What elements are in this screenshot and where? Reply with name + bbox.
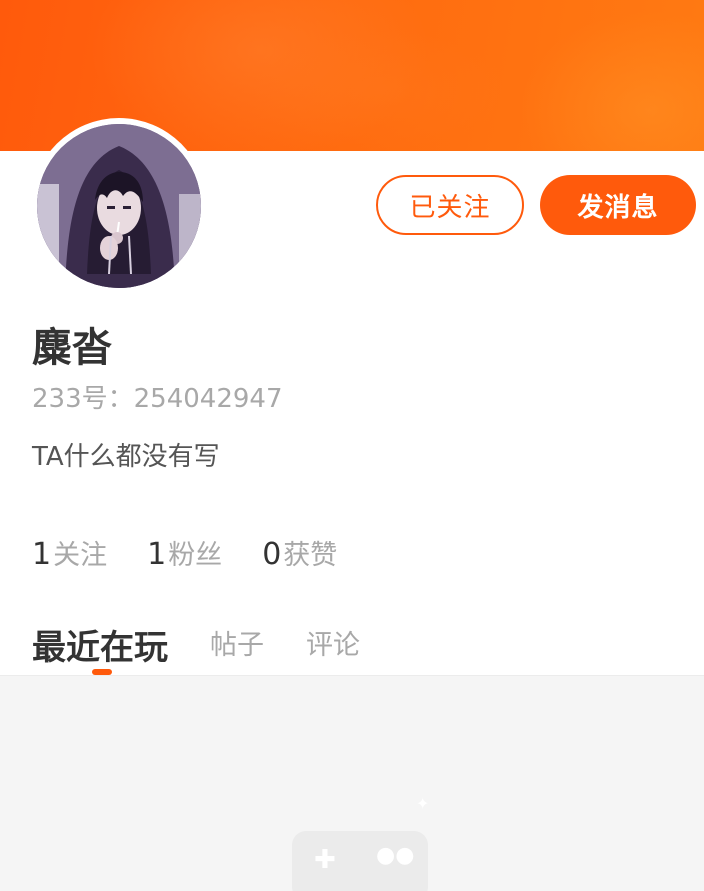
banner-decoration xyxy=(250,30,510,150)
gamepad-icon: ✚ ●● xyxy=(292,831,428,891)
profile-page: 已关注 发消息 麋沓 233号：254042947 TA什么都没有写 1 关注 … xyxy=(0,0,704,891)
tab-posts[interactable]: 帖子 xyxy=(210,624,264,670)
stat-fans-label: 粉丝 xyxy=(168,540,223,571)
avatar-frame[interactable] xyxy=(31,118,207,294)
profile-bio: TA什么都没有写 xyxy=(32,442,220,472)
stat-likes-count: 0 xyxy=(262,537,282,572)
send-message-button[interactable]: 发消息 xyxy=(540,175,696,235)
gamepad-buttons-icon: ●● xyxy=(376,843,415,868)
stat-likes: 0 获赞 xyxy=(262,533,337,572)
dpad-icon: ✚ xyxy=(314,845,336,875)
user-id-label: 233号： xyxy=(32,384,134,414)
stat-fans-count: 1 xyxy=(147,537,167,572)
sparkle-icon: ✦ xyxy=(416,794,430,813)
stat-likes-label: 获赞 xyxy=(283,540,338,571)
tab-recently-played[interactable]: 最近在玩 xyxy=(32,626,168,670)
hooded-character-avatar-icon xyxy=(37,124,201,288)
avatar[interactable] xyxy=(37,124,201,288)
tab-content-area: ✦ ✚ ●● xyxy=(0,675,704,891)
profile-tabs: 最近在玩 帖子 评论 xyxy=(32,610,402,670)
stat-following[interactable]: 1 关注 xyxy=(32,533,107,572)
user-id-value: 254042947 xyxy=(133,384,283,414)
banner-decoration xyxy=(520,10,704,151)
followed-button[interactable]: 已关注 xyxy=(376,175,524,235)
profile-name: 麋沓 xyxy=(32,325,112,371)
tab-comments[interactable]: 评论 xyxy=(306,624,360,670)
profile-stats: 1 关注 1 粉丝 0 获赞 xyxy=(32,533,377,572)
stat-following-count: 1 xyxy=(32,537,52,572)
user-id: 233号：254042947 xyxy=(32,382,283,416)
stat-following-label: 关注 xyxy=(53,540,108,571)
stat-fans[interactable]: 1 粉丝 xyxy=(147,533,222,572)
